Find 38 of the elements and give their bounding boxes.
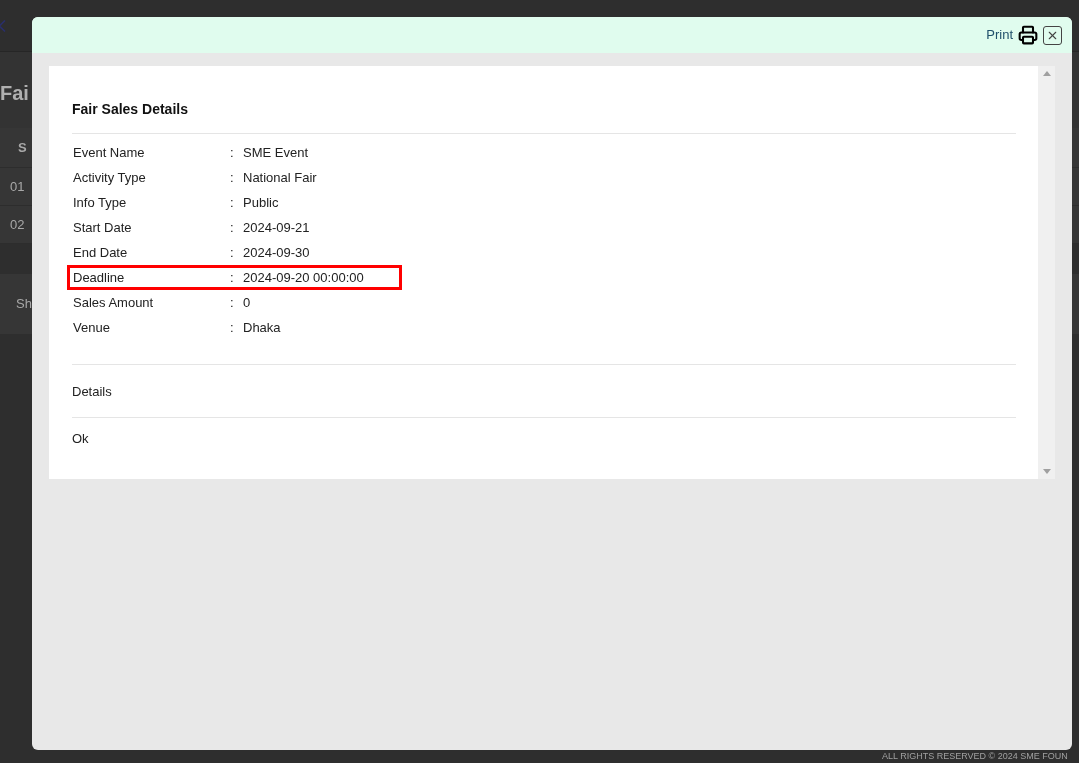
footer-text: Sh <box>16 295 32 314</box>
field-value: 2024-09-21 <box>243 218 310 237</box>
field-colon: : <box>230 293 235 312</box>
field-value: National Fair <box>243 168 317 187</box>
table-cell-text: 02 <box>10 215 25 234</box>
field-value: 2024-09-30 <box>243 243 310 262</box>
field-value: Public <box>243 193 279 212</box>
table-cell-text: 01 <box>10 177 25 196</box>
field-label: Venue <box>73 318 111 337</box>
field-label: Start Date <box>73 218 133 237</box>
field-label: Activity Type <box>73 168 147 187</box>
field-label: Event Name <box>73 143 146 162</box>
field-colon: : <box>230 218 235 237</box>
field-colon: : <box>230 143 235 162</box>
field-label: Deadline <box>73 268 126 287</box>
field-label: Info Type <box>73 193 128 212</box>
scroll-up-icon[interactable] <box>1042 71 1051 76</box>
field-label: Sales Amount <box>73 293 155 312</box>
field-colon: : <box>230 193 235 212</box>
scroll-down-icon[interactable] <box>1042 469 1051 474</box>
card-title: Fair Sales Details <box>72 99 1016 134</box>
table-header: S <box>18 138 27 157</box>
field-label: End Date <box>73 243 129 262</box>
field-colon: : <box>230 318 235 337</box>
field-colon: : <box>230 268 235 287</box>
field-value: 2024-09-20 00:00:00 <box>243 268 364 287</box>
scrollbar[interactable] <box>1038 66 1055 479</box>
field-value: 0 <box>243 293 251 312</box>
page-heading: Fai <box>0 82 29 104</box>
field-colon: : <box>230 243 235 262</box>
section-label: Ok <box>72 431 89 446</box>
field-value: Dhaka <box>243 318 281 337</box>
print-button[interactable]: Print <box>986 25 1013 45</box>
field-colon: : <box>230 168 235 187</box>
copyright-text: ALL RIGHTS RESERVED © 2024 SME FOUN <box>882 749 1068 763</box>
field-value: SME Event <box>243 143 309 162</box>
section-label: Details <box>72 384 112 399</box>
print-icon[interactable] <box>1018 25 1038 45</box>
